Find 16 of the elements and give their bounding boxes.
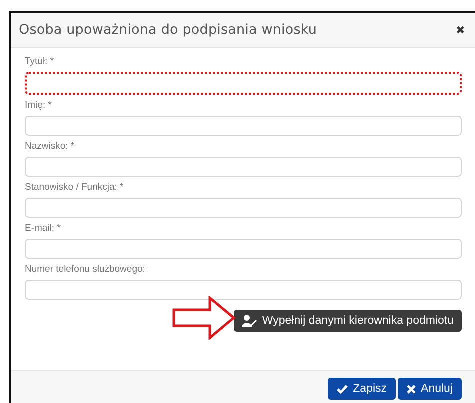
close-button[interactable]: ✖: [456, 24, 465, 36]
save-button[interactable]: Zapisz: [328, 378, 396, 400]
cancel-button[interactable]: Anuluj: [398, 378, 462, 400]
field-label: Nazwisko: *: [25, 141, 76, 152]
field-label: Imię: *: [25, 100, 53, 111]
field-label: Tytuł: *: [25, 56, 56, 67]
field-label: Stanowisko / Funkcja: *: [25, 182, 125, 193]
field-label: Numer telefonu służbowego:: [25, 264, 146, 275]
input-field[interactable]: [25, 72, 462, 95]
arrow-drawing: [172, 296, 236, 340]
field-label: E-mail: *: [25, 223, 62, 234]
user-edit-icon: [242, 315, 258, 327]
fill-data-button[interactable]: Wypełnij danymi kierownika podmiotu: [234, 310, 462, 332]
close-icon: [407, 384, 416, 394]
check-icon: [337, 384, 348, 394]
dialog-title: Osoba upoważniona do podpisania wniosku: [19, 22, 318, 38]
